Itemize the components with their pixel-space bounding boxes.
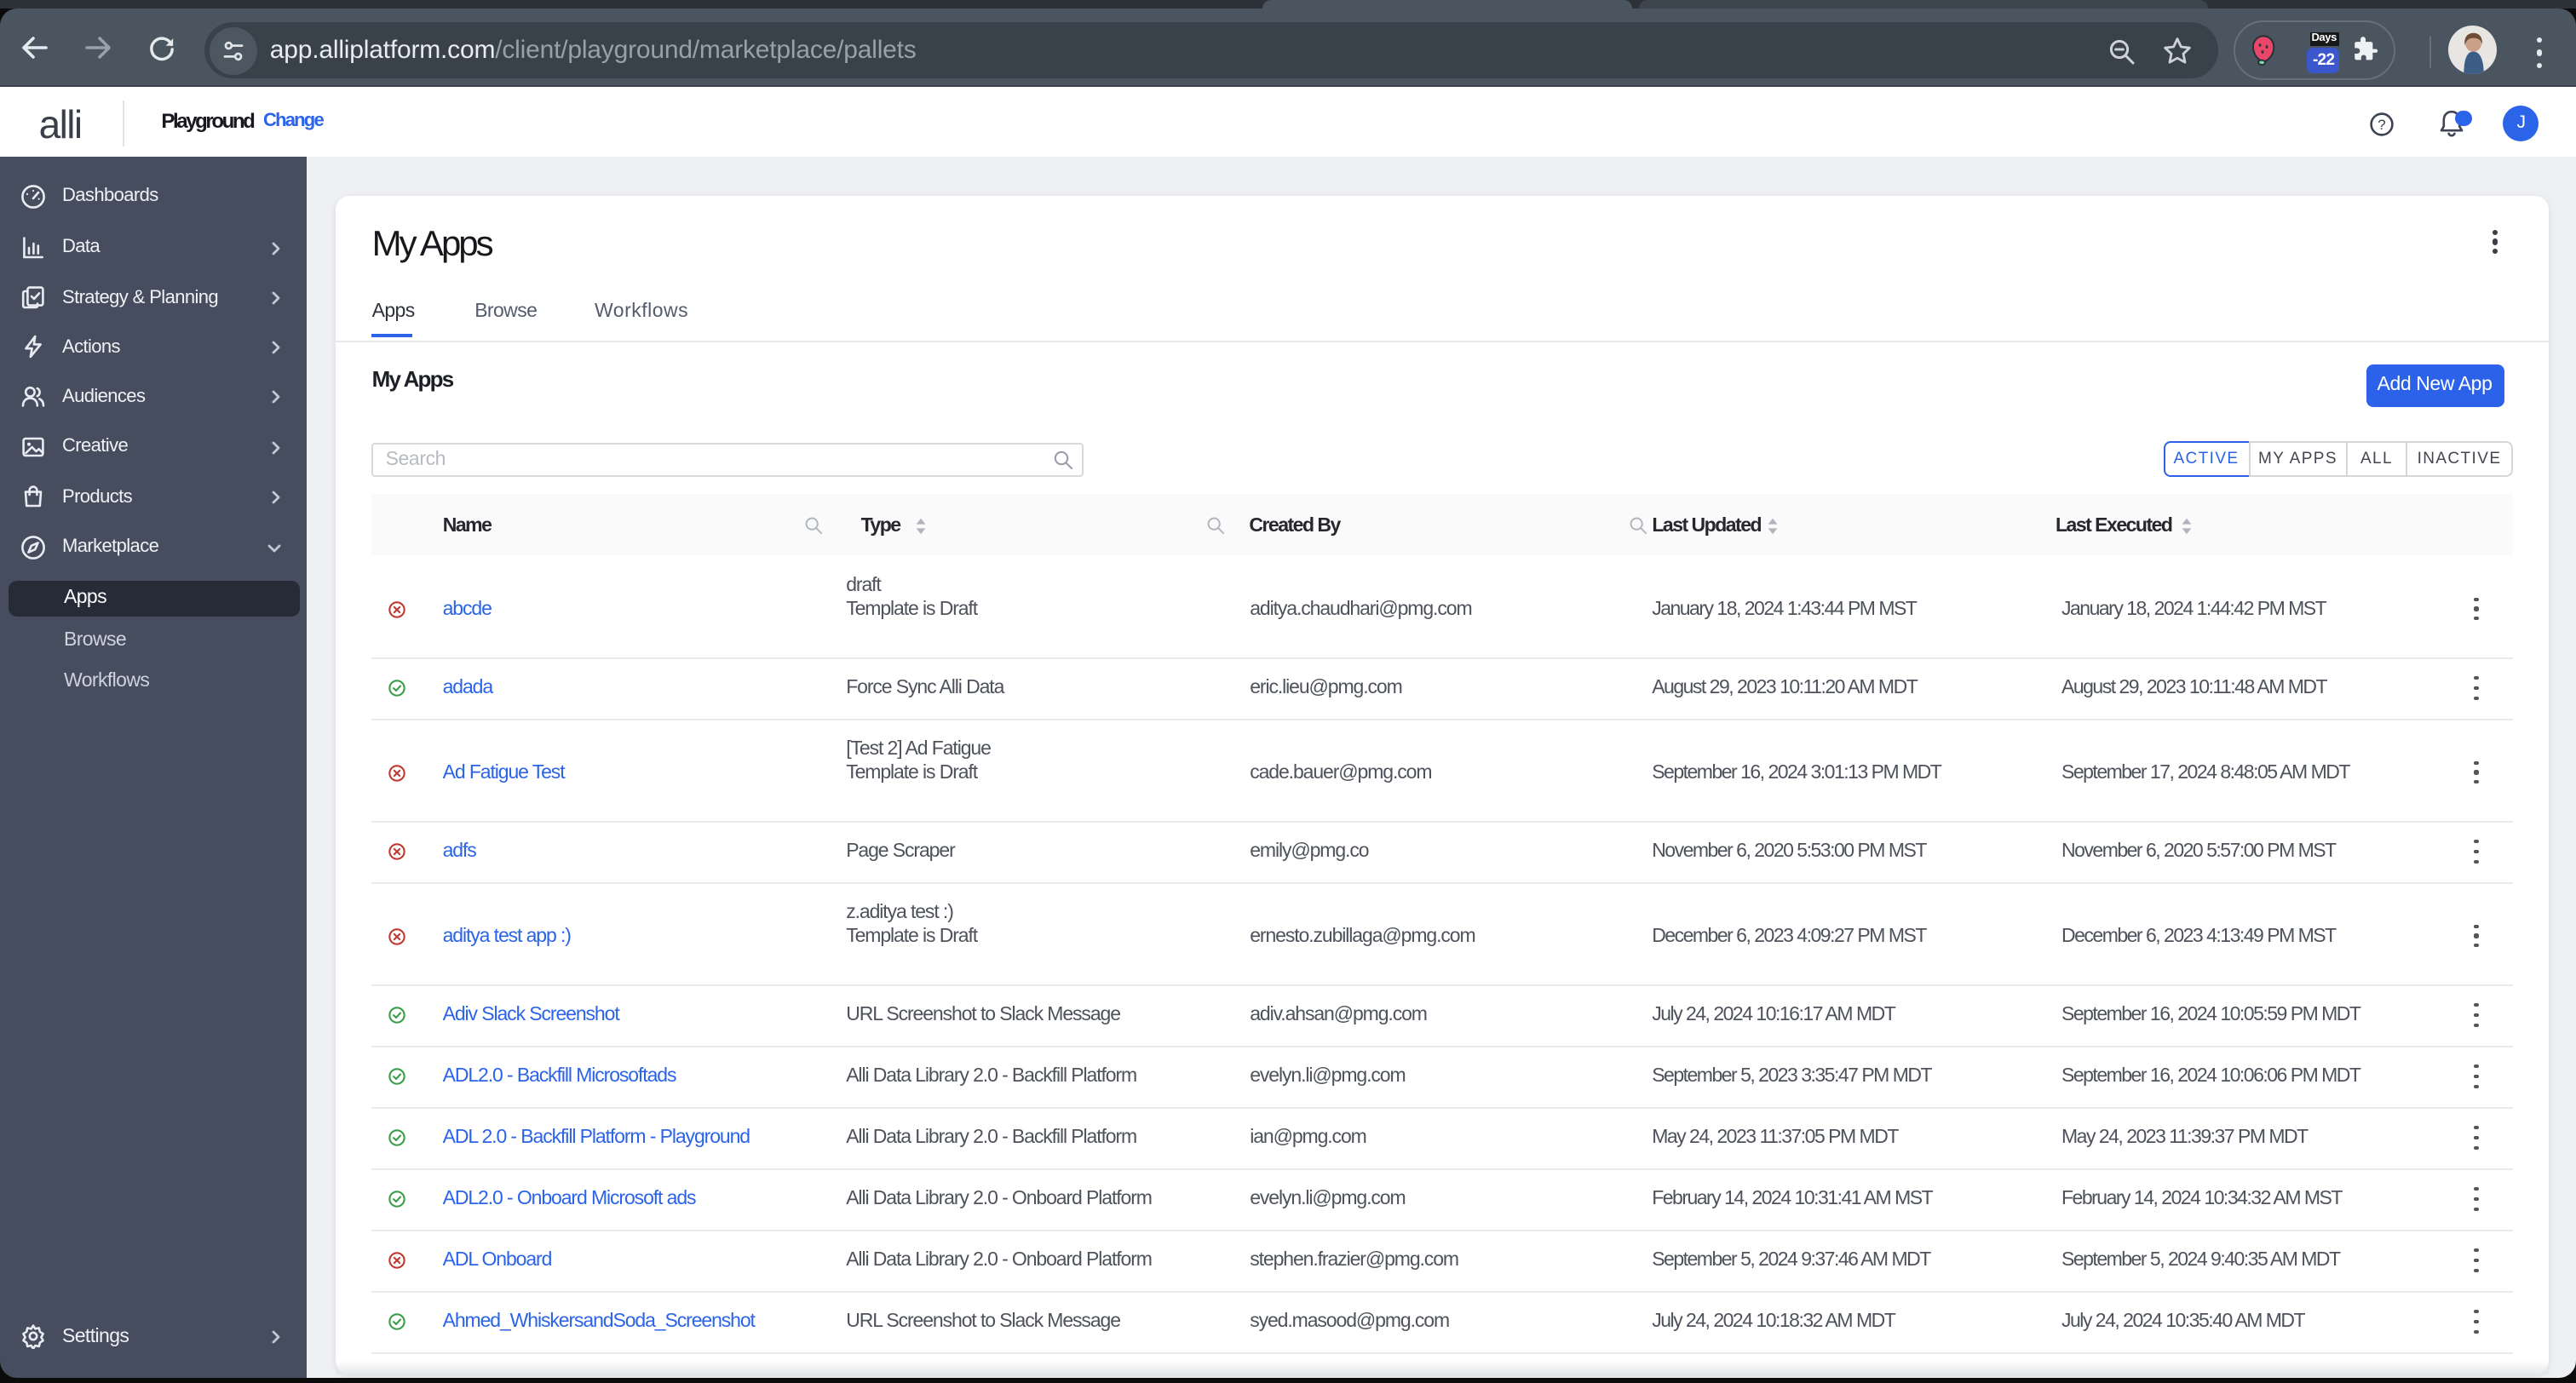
svg-text:?: ?: [2377, 118, 2384, 134]
